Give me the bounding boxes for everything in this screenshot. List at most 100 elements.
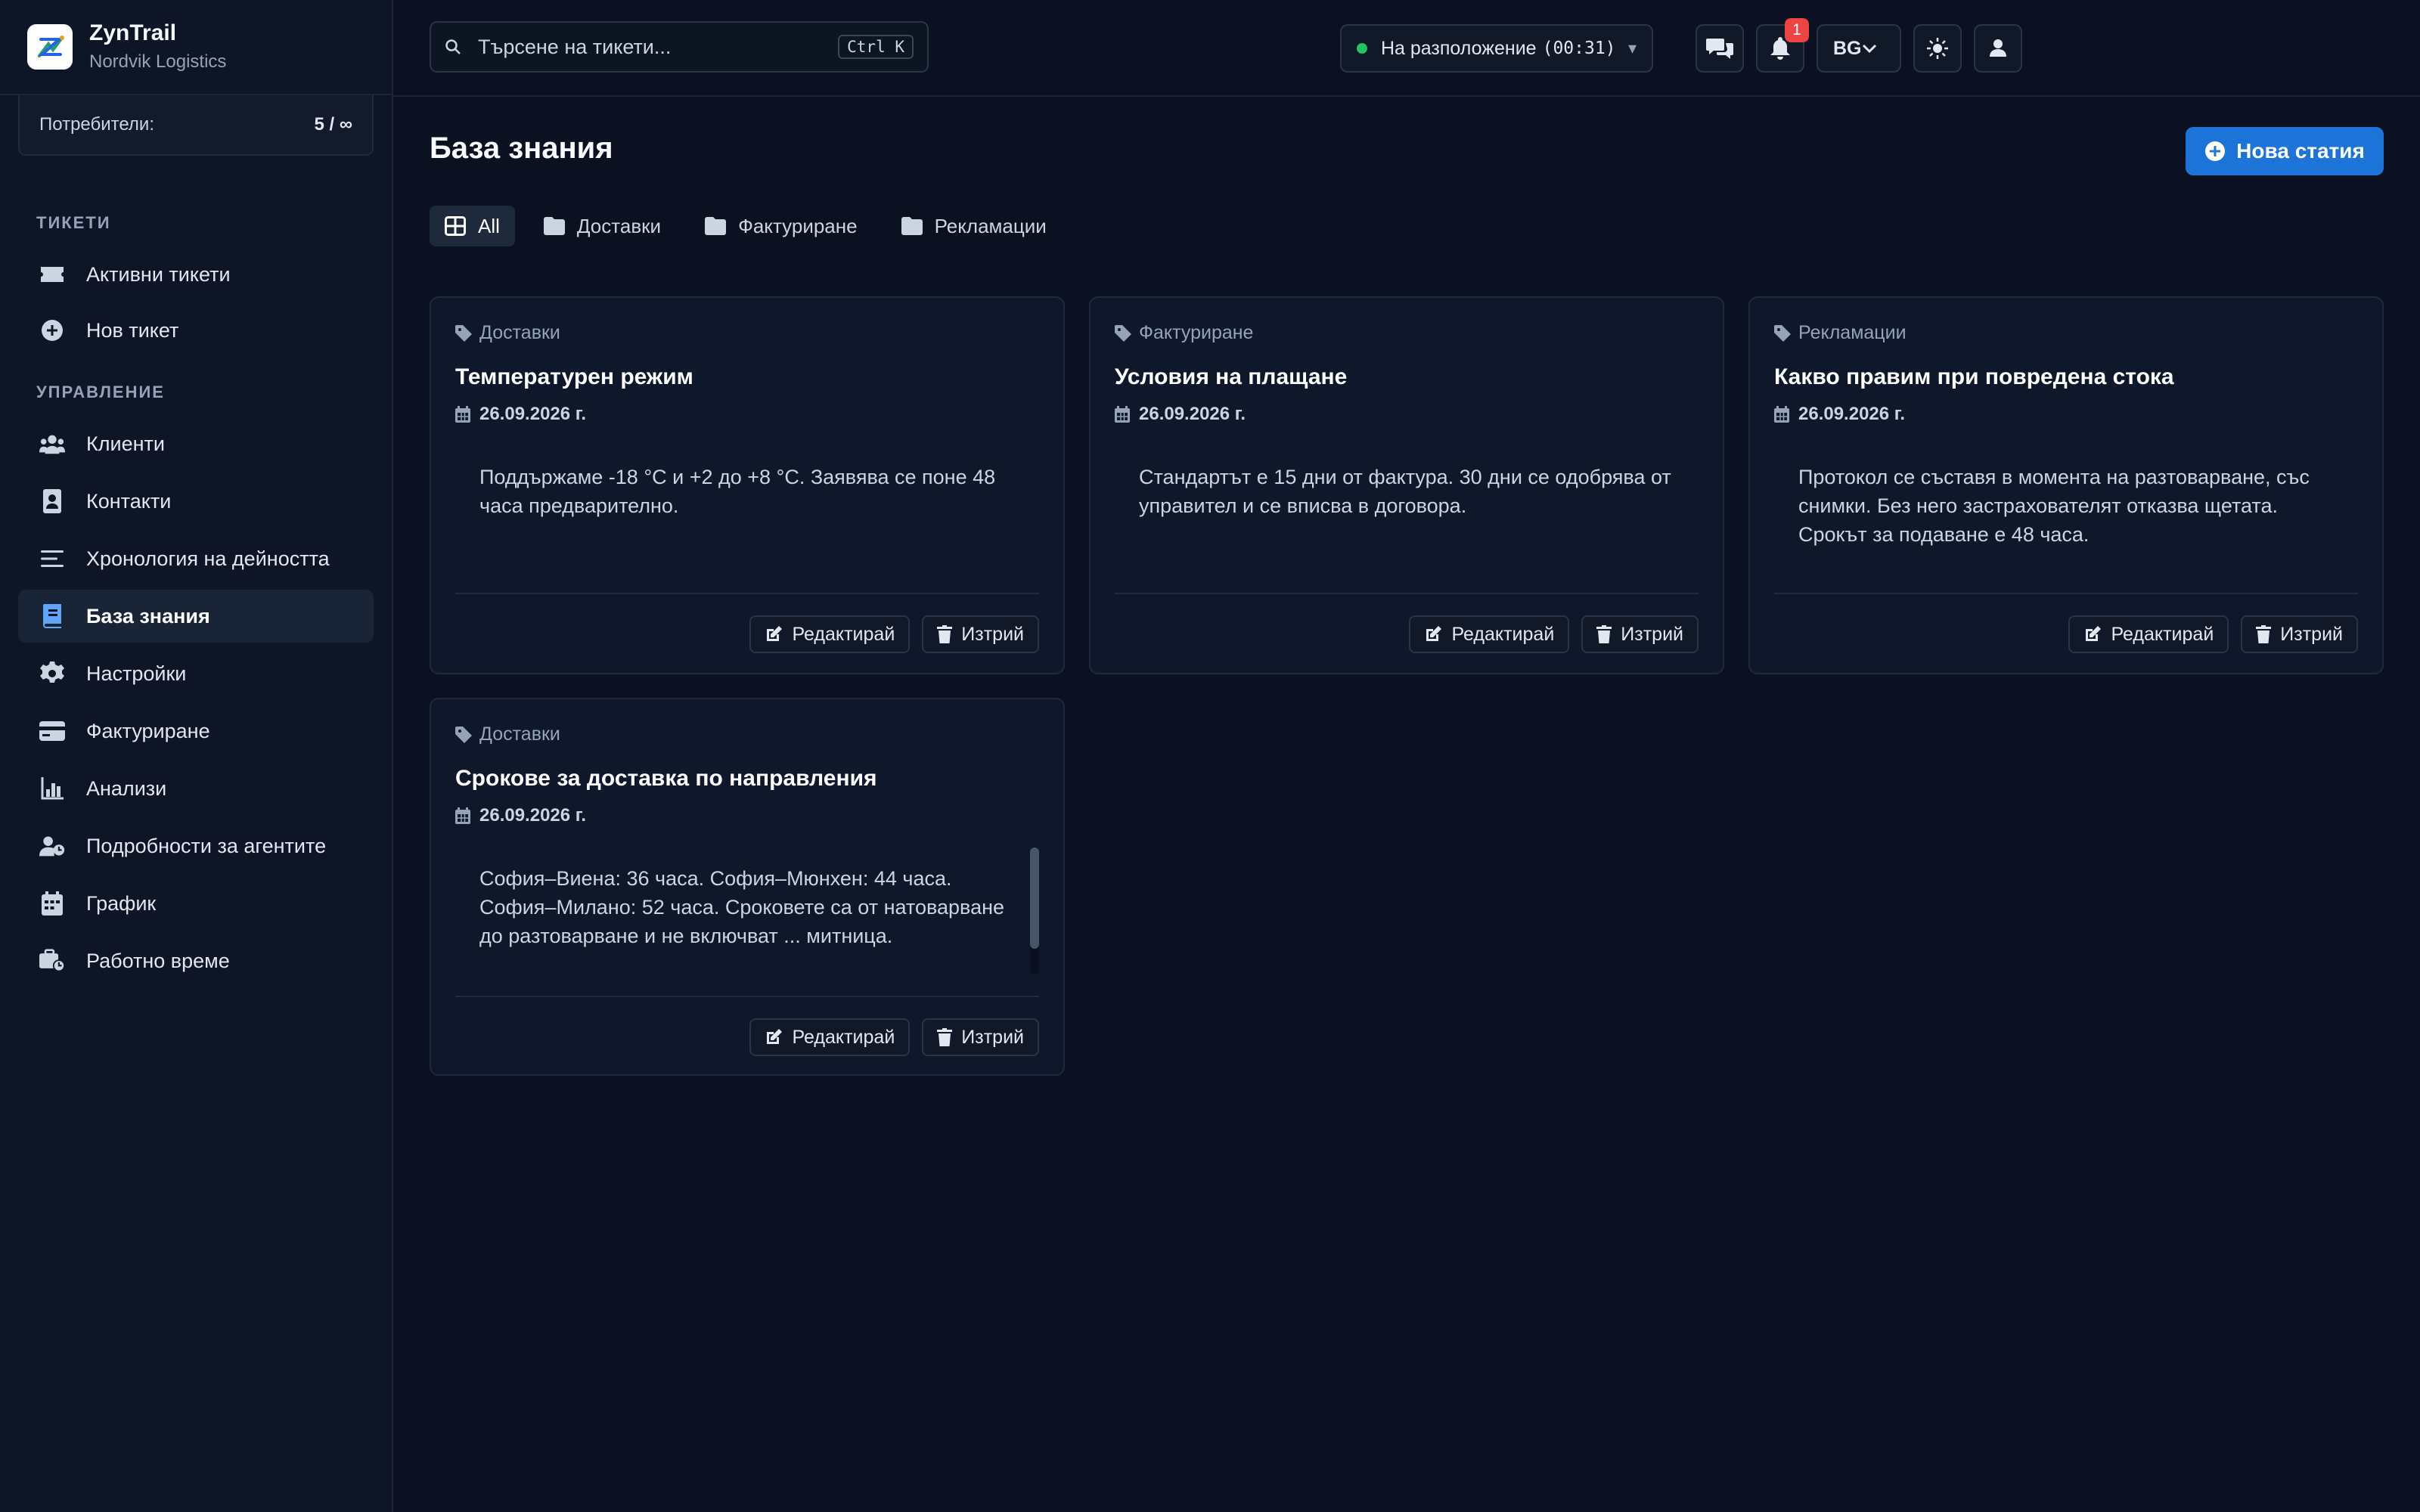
- edit-button[interactable]: Редактирай: [1409, 615, 1570, 653]
- edit-icon: [1424, 625, 1442, 643]
- folder-icon: [705, 217, 727, 235]
- card-divider: [455, 996, 1039, 997]
- user-limit-label: Потребители:: [39, 114, 154, 135]
- tag-icon: [455, 324, 472, 342]
- article-body-scrollbar[interactable]: [1030, 847, 1039, 974]
- trash-icon: [2256, 625, 2272, 643]
- trash-icon: [937, 1028, 953, 1046]
- caret-down-icon: ▾: [1627, 39, 1637, 57]
- scrollbar-thumb[interactable]: [1030, 847, 1039, 949]
- search-icon: [445, 39, 461, 55]
- sidebar-item-label: Активни тикети: [86, 262, 231, 286]
- article-category-label: Доставки: [479, 322, 560, 343]
- tag-icon: [1115, 324, 1131, 342]
- section-title-tickets: ТИКЕТИ: [36, 213, 111, 232]
- brand-header[interactable]: ZynTrail Nordvik Logistics: [0, 0, 392, 95]
- article-date: 26.09.2026 г.: [455, 805, 586, 826]
- edit-button[interactable]: Редактирай: [749, 615, 911, 653]
- sidebar-item-label: Хронология на дейността: [86, 547, 330, 570]
- top-bar: Ctrl K На разположение (00:31) ▾ 1 BG: [393, 0, 2420, 97]
- card-actions: Редактирай Изтрий: [737, 615, 1039, 653]
- article-category: Доставки: [455, 322, 560, 344]
- search-input[interactable]: [478, 35, 839, 59]
- article-card[interactable]: Рекламации Какво правим при повредена ст…: [1748, 296, 2384, 674]
- sidebar-item-working-hours[interactable]: Работно време: [18, 934, 374, 987]
- tab-deliveries[interactable]: Доставки: [529, 206, 676, 246]
- sidebar-item-activity-history[interactable]: Хронология на дейността: [18, 532, 374, 585]
- edit-button[interactable]: Редактирай: [749, 1018, 911, 1056]
- ticket-search[interactable]: Ctrl K: [430, 21, 929, 73]
- sidebar-item-schedule[interactable]: График: [18, 877, 374, 930]
- sidebar-item-billing[interactable]: Фактуриране: [18, 705, 374, 758]
- tab-all[interactable]: All: [430, 206, 515, 246]
- edit-button[interactable]: Редактирай: [2068, 615, 2229, 653]
- edit-icon: [2083, 625, 2102, 643]
- article-card[interactable]: Фактуриране Условия на плащане 26.09.202…: [1089, 296, 1724, 674]
- sidebar-item-agent-details[interactable]: Подробности за агентите: [18, 820, 374, 872]
- article-date: 26.09.2026 г.: [1774, 404, 1905, 425]
- sidebar-item-label: Подробности за агентите: [86, 834, 327, 857]
- tab-complaints[interactable]: Рекламации: [886, 206, 1062, 246]
- delete-button[interactable]: Изтрий: [922, 1018, 1039, 1056]
- category-tabs: All Доставки Фактуриране Рекламации: [430, 206, 1075, 246]
- article-date-value: 26.09.2026 г.: [479, 805, 587, 826]
- delete-button[interactable]: Изтрий: [2241, 615, 2358, 653]
- sun-icon: [1926, 37, 1949, 60]
- notifications-button[interactable]: 1: [1756, 18, 1809, 73]
- calendar-icon: [455, 406, 470, 423]
- sidebar-item-analytics[interactable]: Анализи: [18, 762, 374, 815]
- article-category: Доставки: [455, 723, 560, 745]
- trash-icon: [1596, 625, 1612, 643]
- sidebar-item-label: Контакти: [86, 489, 172, 513]
- article-date-value: 26.09.2026 г.: [1139, 404, 1246, 424]
- chat-button[interactable]: [1696, 24, 1744, 73]
- article-body: София–Виена: 36 часа. София–Мюнхен: 44 ч…: [479, 867, 1005, 947]
- user-limit-value: 5 / ∞: [314, 114, 352, 135]
- sidebar-item-label: Фактуриране: [86, 719, 210, 742]
- language-select[interactable]: BG: [1817, 24, 1901, 73]
- tab-label: Доставки: [576, 214, 662, 237]
- sidebar: ZynTrail Nordvik Logistics Потребители: …: [0, 0, 393, 1512]
- tag-icon: [455, 726, 472, 743]
- article-title: Срокове за доставка по направления: [455, 766, 877, 791]
- credit-card-icon: [39, 718, 65, 744]
- delete-button[interactable]: Изтрий: [1581, 615, 1699, 653]
- article-title: Какво правим при повредена стока: [1774, 364, 2174, 389]
- delete-button[interactable]: Изтрий: [922, 615, 1039, 653]
- card-actions: Редактирай Изтрий: [1397, 615, 1699, 653]
- card-divider: [455, 593, 1039, 594]
- new-article-button[interactable]: Нова статия: [2186, 127, 2384, 175]
- edit-icon: [765, 1028, 783, 1046]
- sidebar-item-knowledge-base[interactable]: База знания: [18, 590, 374, 643]
- article-card[interactable]: Доставки Температурен режим 26.09.2026 г…: [430, 296, 1065, 674]
- tab-label: All: [478, 214, 500, 237]
- search-shortcut-hint: Ctrl K: [838, 35, 914, 59]
- availability-status-dropdown[interactable]: На разположение (00:31) ▾: [1340, 24, 1653, 73]
- sidebar-item-clients[interactable]: Клиенти: [18, 417, 374, 470]
- delete-label: Изтрий: [2280, 623, 2343, 645]
- article-category-label: Рекламации: [1798, 322, 1907, 343]
- sidebar-item-settings[interactable]: Настройки: [18, 647, 374, 700]
- page-title: База знания: [430, 132, 613, 165]
- article-category: Фактуриране: [1115, 322, 1253, 344]
- article-body: Стандартът е 15 дни от фактура. 30 дни с…: [1139, 466, 1671, 517]
- edit-label: Редактирай: [1451, 623, 1555, 645]
- card-actions: Редактирай Изтрий: [2056, 615, 2358, 653]
- sidebar-item-label: База знания: [86, 604, 210, 627]
- chevron-down-icon: [1862, 43, 1877, 54]
- user-menu-button[interactable]: [1974, 24, 2022, 73]
- theme-toggle-button[interactable]: [1913, 24, 1962, 73]
- new-article-label: Нова статия: [2236, 139, 2365, 163]
- sidebar-item-new-ticket[interactable]: Нов тикет: [18, 304, 374, 357]
- edit-label: Редактирай: [792, 1026, 895, 1048]
- sidebar-item-label: Нов тикет: [86, 318, 179, 342]
- tab-billing[interactable]: Фактуриране: [690, 206, 873, 246]
- trash-icon: [937, 625, 953, 643]
- article-date-value: 26.09.2026 г.: [1798, 404, 1906, 424]
- sidebar-item-active-tickets[interactable]: Активни тикети: [18, 248, 374, 301]
- contact-card-icon: [39, 488, 65, 514]
- article-date: 26.09.2026 г.: [1115, 404, 1246, 425]
- article-card[interactable]: Доставки Срокове за доставка по направле…: [430, 698, 1065, 1076]
- sidebar-item-contacts[interactable]: Контакти: [18, 475, 374, 528]
- folder-icon: [543, 217, 565, 235]
